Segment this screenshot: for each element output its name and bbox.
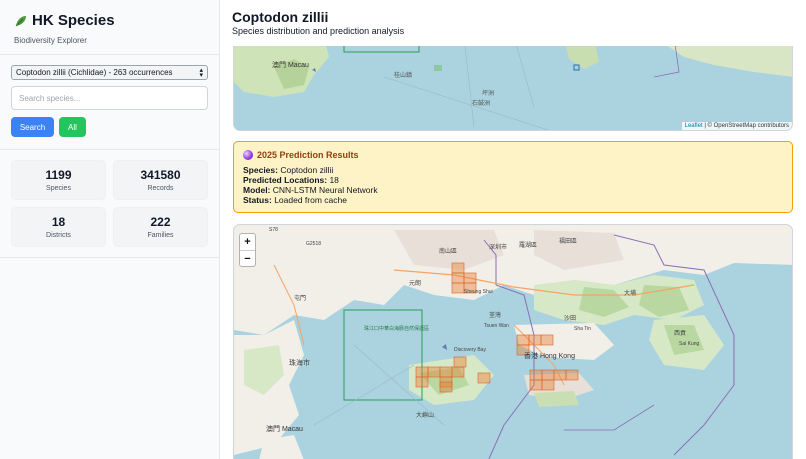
stat-label: Districts xyxy=(46,232,71,239)
attribution-text: | © OpenStreetMap contributors xyxy=(704,123,789,129)
prediction-model-line: Model: CNN-LSTM Neural Network xyxy=(243,185,783,195)
distribution-map-canvas[interactable]: 澳門 Macau 桂山鎮 坪洲 石鼓洲 xyxy=(234,37,793,131)
species-select[interactable]: Coptodon zillii (Cichlidae) - 263 occurr… xyxy=(11,65,208,80)
map-label: 桂山鎮 xyxy=(394,71,412,79)
crystal-ball-icon xyxy=(243,150,253,160)
brand-header: HK Species Biodiversity Explorer xyxy=(0,0,219,55)
leaflet-link[interactable]: Leaflet xyxy=(685,123,703,129)
map-label: 沙田 xyxy=(564,315,576,322)
prediction-title: 2025 Prediction Results xyxy=(257,150,359,160)
map-label: Sheung Shui xyxy=(464,289,493,295)
app-title-row: HK Species xyxy=(14,12,205,29)
map-label: 珠海市 xyxy=(289,358,310,367)
map-label: 福田區 xyxy=(559,237,577,245)
model-value: CNN-LSTM Neural Network xyxy=(272,185,378,195)
stat-label: Species xyxy=(46,185,71,192)
app-title: HK Species xyxy=(32,12,115,29)
stat-value: 222 xyxy=(150,215,171,229)
map-label: G2518 xyxy=(306,241,321,247)
map-label: 坪洲 xyxy=(482,89,494,97)
stat-value: 1199 xyxy=(45,168,72,182)
all-button[interactable]: All xyxy=(59,117,86,137)
stat-value: 341580 xyxy=(140,168,181,182)
leaf-icon xyxy=(15,15,26,26)
prediction-locations-line: Predicted Locations: 18 xyxy=(243,175,783,185)
prediction-results: 2025 Prediction Results Species: Coptodo… xyxy=(233,141,793,213)
locations-value: 18 xyxy=(329,175,339,185)
status-value: Loaded from cache xyxy=(274,195,347,205)
map-label: 羅湖區 xyxy=(519,241,537,249)
status-label: Status: xyxy=(243,195,272,205)
stat-label: Families xyxy=(147,232,174,239)
map-label: Discovery Bay xyxy=(454,347,486,353)
map-label: Sha Tin xyxy=(574,326,591,332)
page-header: Coptodon zillii Species distribution and… xyxy=(220,0,806,46)
stat-card-families: 222 Families xyxy=(113,207,208,247)
prediction-map[interactable]: + − 南山區 深圳市 羅湖區 福田區 元朗 屯門 荃灣 沙田 大埔 西貢 珠海… xyxy=(233,224,793,459)
search-button[interactable]: Search xyxy=(11,117,54,137)
distribution-map[interactable]: 澳門 Macau 桂山鎮 坪洲 石鼓洲 Leaflet | © OpenStre… xyxy=(233,36,793,131)
map-label: 深圳市 xyxy=(489,243,507,251)
map-label: S78 xyxy=(269,227,278,233)
map-label: 石鼓洲 xyxy=(472,99,490,107)
page-title: Coptodon zillii xyxy=(232,9,329,25)
prediction-map-canvas[interactable]: 南山區 深圳市 羅湖區 福田區 元朗 屯門 荃灣 沙田 大埔 西貢 珠海市 香港… xyxy=(234,225,793,459)
zoom-control: + − xyxy=(239,233,256,267)
app-root: HK Species Biodiversity Explorer Coptodo… xyxy=(0,0,806,459)
prediction-status-line: Status: Loaded from cache xyxy=(243,195,783,205)
controls-panel: Coptodon zillii (Cichlidae) - 263 occurr… xyxy=(0,55,219,150)
model-label: Model: xyxy=(243,185,271,195)
map-label: 荃灣 xyxy=(489,311,501,319)
map-label: Sai Kung xyxy=(679,341,700,347)
map-label: 香港 Hong Kong xyxy=(524,351,575,360)
prediction-species-line: Species: Coptodon zillii xyxy=(243,165,783,175)
select-arrows-icon: ▴ ▾ xyxy=(199,66,203,79)
stat-card-species: 1199 Species xyxy=(11,160,106,200)
stat-value: 18 xyxy=(51,215,66,229)
species-value: Coptodon zillii xyxy=(280,165,334,175)
species-label: Species: xyxy=(243,165,278,175)
map-label: 西貢 xyxy=(674,330,686,337)
locations-label: Predicted Locations: xyxy=(243,175,328,185)
stat-card-records: 341580 Records xyxy=(113,160,208,200)
app-subtitle: Biodiversity Explorer xyxy=(14,36,87,45)
prediction-title-row: 2025 Prediction Results xyxy=(243,150,783,160)
map-label: 大埔 xyxy=(624,289,636,297)
map-label: 澳門 Macau xyxy=(266,424,303,433)
map-label: Tsuen Wan xyxy=(484,323,509,329)
stat-card-districts: 18 Districts xyxy=(11,207,106,247)
map-label: 元朗 xyxy=(409,279,421,287)
search-input[interactable] xyxy=(11,86,208,110)
stats-grid: 1199 Species 341580 Records 18 Districts… xyxy=(0,150,219,258)
zoom-in-button[interactable]: + xyxy=(240,234,255,250)
page-subtitle: Species distribution and prediction anal… xyxy=(232,26,405,36)
map-label: 澳門 Macau xyxy=(272,60,309,69)
prediction-details: Species: Coptodon zillii Predicted Locat… xyxy=(243,165,783,205)
main-content: Coptodon zillii Species distribution and… xyxy=(220,0,806,459)
zoom-out-button[interactable]: − xyxy=(240,250,255,266)
map-label: 南山區 xyxy=(439,247,457,255)
sidebar: HK Species Biodiversity Explorer Coptodo… xyxy=(0,0,220,459)
map-label: 珠江口中華白海豚自然保護區 xyxy=(364,325,429,332)
button-row: Search All xyxy=(11,117,208,137)
species-select-value: Coptodon zillii (Cichlidae) - 263 occurr… xyxy=(16,68,173,77)
map-label: 屯門 xyxy=(294,294,306,302)
map-attribution: Leaflet | © OpenStreetMap contributors xyxy=(681,122,792,130)
stat-label: Records xyxy=(147,185,174,192)
map-label: 大嶼山 xyxy=(416,411,434,419)
